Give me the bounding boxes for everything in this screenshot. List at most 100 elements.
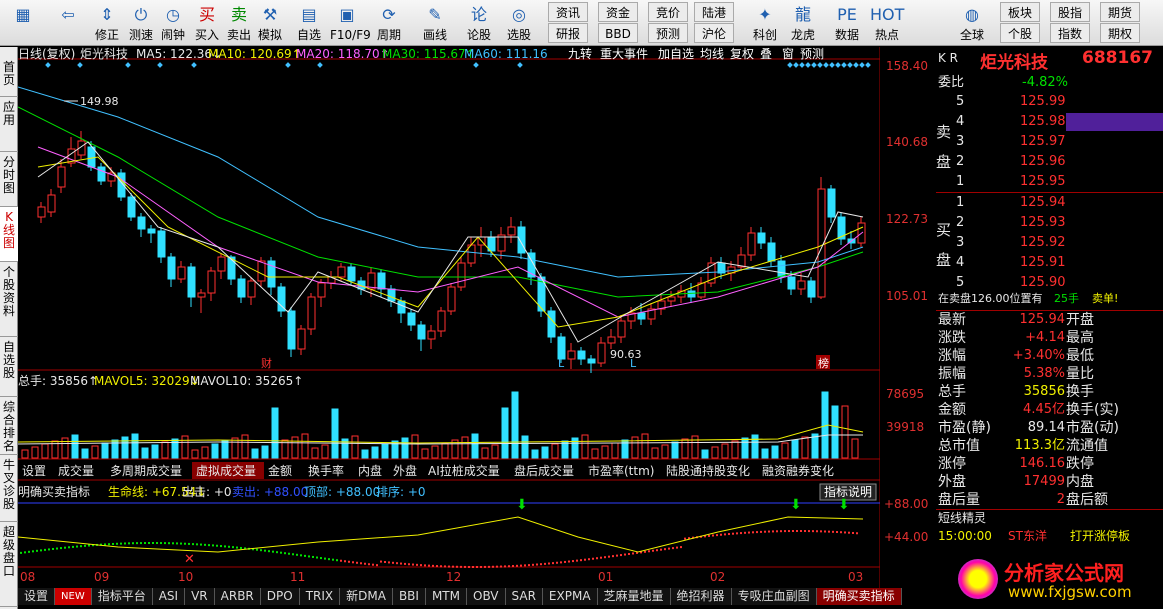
- toolbar-link-5[interactable]: BBD: [598, 23, 638, 43]
- volume-bar: [851, 438, 859, 459]
- chart-marker-1[interactable]: L: [558, 357, 565, 370]
- toolbar-link-4[interactable]: 研报: [548, 23, 588, 43]
- bottom-tab-6[interactable]: DPO: [260, 588, 300, 605]
- toolbar-button-grid[interactable]: ▦: [3, 1, 43, 45]
- short-stock[interactable]: ST东洋: [1008, 527, 1047, 545]
- chart-tab-0[interactable]: 九转: [568, 47, 592, 61]
- indicator-dot: [200, 543, 202, 546]
- mid-tab-11[interactable]: 陆股通持股变化: [666, 463, 750, 478]
- left-tab-2[interactable]: 分时图: [0, 152, 18, 207]
- left-tab-3[interactable]: K线图: [0, 207, 18, 262]
- toolbar-button-buy[interactable]: 买买入: [190, 1, 224, 45]
- sell-level-price[interactable]: 125.97: [1020, 133, 1066, 151]
- bottom-tab-2[interactable]: 指标平台: [91, 588, 153, 605]
- chart-tab-3[interactable]: 均线: [700, 47, 724, 61]
- toolbar-link-7[interactable]: 沪伦: [694, 23, 734, 43]
- left-tab-4[interactable]: 个股资料: [0, 262, 18, 337]
- toolbar-button-up-down[interactable]: ⇕ 修正: [90, 1, 124, 45]
- bottom-tab-17[interactable]: 明确买卖指标: [816, 588, 902, 605]
- toolbar-link-2[interactable]: 竞价: [648, 2, 688, 22]
- bottom-tab-13[interactable]: EXPMA: [542, 588, 598, 605]
- sell-level-price[interactable]: 125.96: [1020, 153, 1066, 171]
- bottom-tab-12[interactable]: SAR: [505, 588, 543, 605]
- chart-marker-2[interactable]: L: [630, 357, 637, 370]
- toolbar-button-power[interactable]: ⏻ 测速: [124, 1, 158, 45]
- left-tab-1[interactable]: 应用: [0, 97, 18, 152]
- chart-tab-4[interactable]: 复权: [730, 47, 754, 61]
- buy-level-price[interactable]: 125.92: [1020, 234, 1066, 252]
- mid-tab-6[interactable]: 内盘: [358, 463, 382, 478]
- bottom-tab-15[interactable]: 绝招利器: [670, 588, 732, 605]
- left-tab-8[interactable]: 超级盘口: [0, 522, 18, 607]
- mid-tab-12[interactable]: 融资融券变化: [762, 463, 834, 478]
- toolbar-link-6[interactable]: 预测: [648, 23, 688, 43]
- bottom-tab-3[interactable]: ASI: [152, 588, 186, 605]
- bottom-tab-7[interactable]: TRIX: [299, 588, 341, 605]
- bottom-tab-4[interactable]: VR: [185, 588, 215, 605]
- mid-tab-2[interactable]: 多周期成交量: [110, 463, 182, 478]
- buy-level-price[interactable]: 125.93: [1020, 214, 1066, 232]
- toolbar-link-9[interactable]: 股指: [1050, 2, 1090, 22]
- toolbar-button-star[interactable]: ✦ 科创: [748, 1, 782, 45]
- bottom-tab-8[interactable]: 新DMA: [340, 588, 393, 605]
- toolbar-button-pencil[interactable]: ✎ 画线: [418, 1, 452, 45]
- chart-tab-2[interactable]: 加自选: [658, 47, 694, 61]
- toolbar-button-period[interactable]: ⟳ 周期: [372, 1, 406, 45]
- chart-tab-7[interactable]: 预测: [800, 47, 824, 61]
- left-tab-7[interactable]: 牛叉诊股: [0, 455, 18, 522]
- bottom-tab-14[interactable]: 芝麻量地量: [597, 588, 671, 605]
- kline-chart[interactable]: 日线(复权) 炬光科技 MA5: 122.36↓MA10: 120.69↑MA20:…: [18, 47, 880, 589]
- bottom-tab-16[interactable]: 专吸庄血副图: [731, 588, 817, 605]
- left-tab-0[interactable]: 首页: [0, 57, 18, 97]
- bottom-tab-0[interactable]: 设置: [18, 588, 56, 605]
- mid-tab-3[interactable]: 虚拟成交量: [196, 463, 256, 478]
- mid-tab-1[interactable]: 成交量: [58, 463, 94, 478]
- sell-level-price[interactable]: 125.99: [1020, 93, 1066, 111]
- toolbar-button-globe[interactable]: ◍ 全球: [955, 1, 989, 45]
- chart-tab-1[interactable]: 重大事件: [600, 47, 648, 61]
- toolbar-link-12[interactable]: 指数: [1050, 23, 1090, 43]
- toolbar-button-hot[interactable]: HOT 热点: [870, 1, 904, 45]
- toolbar-link-1[interactable]: 资金: [598, 2, 638, 22]
- candle-body: [277, 286, 286, 312]
- toolbar-link-10[interactable]: 期货: [1100, 2, 1140, 22]
- toolbar-link-8[interactable]: 板块: [1000, 2, 1040, 22]
- mid-tab-4[interactable]: 金额: [268, 463, 292, 478]
- toolbar-button-hammer[interactable]: ⚒ 模拟: [253, 1, 287, 45]
- sell-level-price[interactable]: 125.98: [1020, 113, 1066, 131]
- left-tab-5[interactable]: 自选股: [0, 337, 18, 397]
- toolbar-link-0[interactable]: 资讯: [548, 2, 588, 22]
- bottom-tab-9[interactable]: BBI: [392, 588, 426, 605]
- toolbar-link-3[interactable]: 陆港: [694, 2, 734, 22]
- toolbar-button-f10[interactable]: ▣ F10/F9: [330, 1, 371, 45]
- chart-marker-0[interactable]: 财: [261, 356, 272, 370]
- toolbar-button-pe[interactable]: PE 数据: [830, 1, 864, 45]
- toolbar-button-stock-select[interactable]: ◎ 选股: [502, 1, 536, 45]
- toolbar-button-select[interactable]: ▤ 自选: [292, 1, 326, 45]
- indicator-dot: [808, 530, 810, 533]
- mid-tab-8[interactable]: AI拉桩成交量: [428, 463, 500, 478]
- chart-tab-5[interactable]: 叠: [760, 47, 772, 61]
- buy-level-price[interactable]: 125.91: [1020, 254, 1066, 272]
- bottom-tab-10[interactable]: MTM: [425, 588, 467, 605]
- mid-tab-7[interactable]: 外盘: [393, 463, 417, 478]
- bottom-tab-11[interactable]: OBV: [467, 588, 506, 605]
- toolbar-link-11[interactable]: 个股: [1000, 23, 1040, 43]
- toolbar-button-sell[interactable]: 卖卖出: [222, 1, 256, 45]
- bottom-tab-5[interactable]: ARBR: [214, 588, 261, 605]
- mid-tab-9[interactable]: 盘后成交量: [514, 463, 574, 478]
- bottom-tab-1[interactable]: NEW: [55, 588, 92, 605]
- mid-tab-10[interactable]: 市盈率(ttm): [588, 463, 654, 478]
- toolbar-button-discuss[interactable]: 论论股: [462, 1, 496, 45]
- mid-tab-0[interactable]: 设置: [22, 464, 46, 478]
- toolbar-button-clock[interactable]: ◷ 闹钟: [156, 1, 190, 45]
- buy-level-price[interactable]: 125.94: [1020, 194, 1066, 212]
- chart-marker-3[interactable]: 榜: [818, 356, 829, 370]
- toolbar-button-dragon[interactable]: 龍龙虎: [786, 1, 820, 45]
- mid-tab-5[interactable]: 换手率: [308, 463, 344, 478]
- left-tab-6[interactable]: 综合排名: [0, 397, 18, 455]
- sell-level-price[interactable]: 125.95: [1020, 173, 1066, 191]
- toolbar-button-back-arrow[interactable]: ⇦: [48, 1, 88, 45]
- chart-tab-6[interactable]: 窗: [782, 47, 794, 61]
- toolbar-link-13[interactable]: 期权: [1100, 23, 1140, 43]
